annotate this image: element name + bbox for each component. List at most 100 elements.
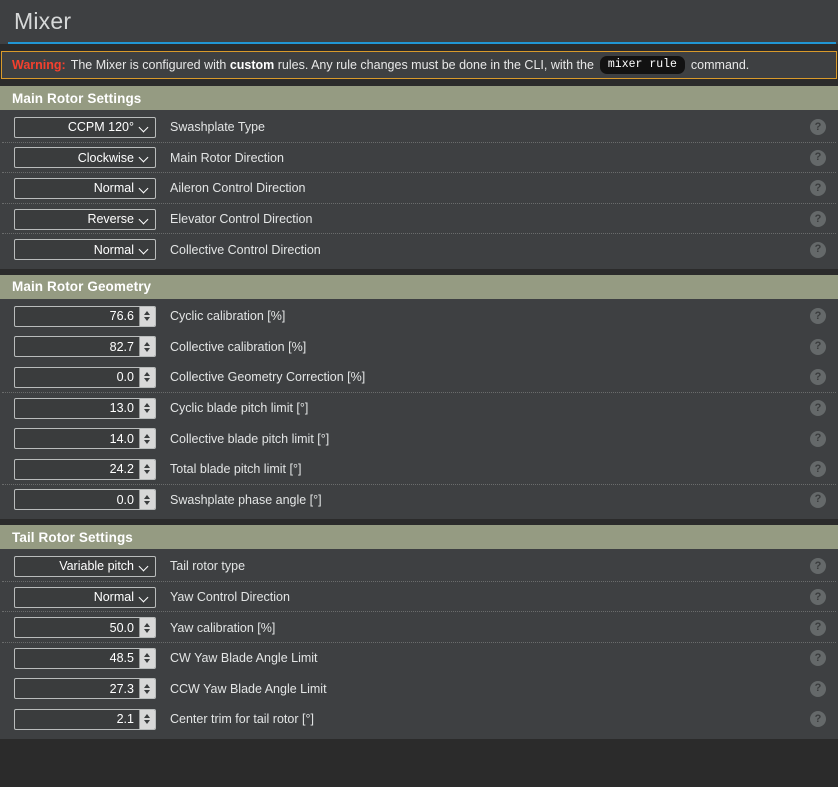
help-icon[interactable]: ? bbox=[810, 180, 826, 196]
help-icon[interactable]: ? bbox=[810, 339, 826, 355]
spinner-down-icon[interactable] bbox=[140, 347, 155, 357]
number-input[interactable]: 48.5 bbox=[14, 648, 156, 669]
select-dropdown[interactable]: Variable pitch bbox=[14, 556, 156, 577]
select-value: Variable pitch bbox=[59, 559, 134, 573]
help-icon[interactable]: ? bbox=[810, 242, 826, 258]
spinner-down-icon[interactable] bbox=[140, 469, 155, 479]
setting-control: Variable pitch bbox=[14, 556, 156, 577]
number-spinner[interactable] bbox=[139, 307, 155, 326]
select-value: CCPM 120° bbox=[68, 120, 134, 134]
number-input-value[interactable]: 2.1 bbox=[15, 710, 139, 729]
help-icon[interactable]: ? bbox=[810, 650, 826, 666]
number-input[interactable]: 2.1 bbox=[14, 709, 156, 730]
spinner-down-icon[interactable] bbox=[140, 439, 155, 449]
number-spinner[interactable] bbox=[139, 337, 155, 356]
number-input-value[interactable]: 14.0 bbox=[15, 429, 139, 448]
spinner-down-icon[interactable] bbox=[140, 377, 155, 387]
number-spinner[interactable] bbox=[139, 399, 155, 418]
help-icon[interactable]: ? bbox=[810, 589, 826, 605]
section-header: Tail Rotor Settings bbox=[0, 525, 838, 549]
number-input[interactable]: 0.0 bbox=[14, 489, 156, 510]
number-input[interactable]: 14.0 bbox=[14, 428, 156, 449]
spinner-down-icon[interactable] bbox=[140, 408, 155, 418]
spinner-up-icon[interactable] bbox=[140, 307, 155, 317]
select-dropdown[interactable]: Normal bbox=[14, 239, 156, 260]
spinner-up-icon[interactable] bbox=[140, 710, 155, 720]
spinner-up-icon[interactable] bbox=[140, 337, 155, 347]
spinner-up-icon[interactable] bbox=[140, 429, 155, 439]
spinner-down-icon[interactable] bbox=[140, 316, 155, 326]
page-header: Mixer bbox=[0, 0, 838, 44]
spinner-up-icon[interactable] bbox=[140, 679, 155, 689]
spinner-down-icon[interactable] bbox=[140, 719, 155, 729]
help-icon[interactable]: ? bbox=[810, 400, 826, 416]
setting-label: Cyclic blade pitch limit [°] bbox=[156, 401, 810, 415]
setting-row: NormalCollective Control Direction? bbox=[0, 234, 838, 265]
spinner-up-icon[interactable] bbox=[140, 460, 155, 470]
spinner-down-icon[interactable] bbox=[140, 689, 155, 699]
number-input-value[interactable]: 0.0 bbox=[15, 368, 139, 387]
spinner-up-icon[interactable] bbox=[140, 368, 155, 378]
number-input[interactable]: 76.6 bbox=[14, 306, 156, 327]
number-input-value[interactable]: 50.0 bbox=[15, 618, 139, 637]
help-icon[interactable]: ? bbox=[810, 492, 826, 508]
spinner-down-icon[interactable] bbox=[140, 500, 155, 510]
spinner-up-icon[interactable] bbox=[140, 618, 155, 628]
number-spinner[interactable] bbox=[139, 710, 155, 729]
number-input[interactable]: 50.0 bbox=[14, 617, 156, 638]
help-icon[interactable]: ? bbox=[810, 711, 826, 727]
select-dropdown[interactable]: Normal bbox=[14, 178, 156, 199]
spinner-down-icon[interactable] bbox=[140, 658, 155, 668]
spinner-up-icon[interactable] bbox=[140, 649, 155, 659]
number-input-value[interactable]: 27.3 bbox=[15, 679, 139, 698]
select-dropdown[interactable]: Clockwise bbox=[14, 147, 156, 168]
select-dropdown[interactable]: CCPM 120° bbox=[14, 117, 156, 138]
number-spinner[interactable] bbox=[139, 429, 155, 448]
number-input-value[interactable]: 13.0 bbox=[15, 399, 139, 418]
help-icon[interactable]: ? bbox=[810, 308, 826, 324]
help-icon[interactable]: ? bbox=[810, 431, 826, 447]
title-underline bbox=[8, 42, 836, 44]
number-input-value[interactable]: 76.6 bbox=[15, 307, 139, 326]
number-input[interactable]: 0.0 bbox=[14, 367, 156, 388]
section-header: Main Rotor Settings bbox=[0, 86, 838, 110]
sections-container: Main Rotor SettingsCCPM 120°Swashplate T… bbox=[0, 86, 838, 739]
help-icon[interactable]: ? bbox=[810, 211, 826, 227]
number-spinner[interactable] bbox=[139, 618, 155, 637]
number-input-value[interactable]: 48.5 bbox=[15, 649, 139, 668]
setting-control: Normal bbox=[14, 587, 156, 608]
spinner-down-icon[interactable] bbox=[140, 628, 155, 638]
help-icon[interactable]: ? bbox=[810, 681, 826, 697]
spinner-up-icon[interactable] bbox=[140, 490, 155, 500]
chevron-down-icon bbox=[140, 215, 149, 224]
help-icon[interactable]: ? bbox=[810, 369, 826, 385]
help-icon[interactable]: ? bbox=[810, 150, 826, 166]
select-dropdown[interactable]: Reverse bbox=[14, 209, 156, 230]
number-input[interactable]: 82.7 bbox=[14, 336, 156, 357]
select-dropdown[interactable]: Normal bbox=[14, 587, 156, 608]
number-spinner[interactable] bbox=[139, 490, 155, 509]
warning-text-middle: rules. Any rule changes must be done in … bbox=[278, 58, 594, 72]
chevron-down-icon bbox=[140, 245, 149, 254]
number-spinner[interactable] bbox=[139, 368, 155, 387]
number-input-value[interactable]: 0.0 bbox=[15, 490, 139, 509]
number-input[interactable]: 27.3 bbox=[14, 678, 156, 699]
number-spinner[interactable] bbox=[139, 649, 155, 668]
number-spinner[interactable] bbox=[139, 679, 155, 698]
setting-row: NormalYaw Control Direction? bbox=[0, 582, 838, 613]
help-icon[interactable]: ? bbox=[810, 461, 826, 477]
setting-control: Reverse bbox=[14, 209, 156, 230]
number-input[interactable]: 24.2 bbox=[14, 459, 156, 480]
number-input-value[interactable]: 82.7 bbox=[15, 337, 139, 356]
setting-label: CW Yaw Blade Angle Limit bbox=[156, 651, 810, 665]
setting-control: 82.7 bbox=[14, 336, 156, 357]
help-icon[interactable]: ? bbox=[810, 620, 826, 636]
help-icon[interactable]: ? bbox=[810, 558, 826, 574]
number-input[interactable]: 13.0 bbox=[14, 398, 156, 419]
chevron-down-icon bbox=[140, 184, 149, 193]
number-spinner[interactable] bbox=[139, 460, 155, 479]
help-icon[interactable]: ? bbox=[810, 119, 826, 135]
setting-control: 0.0 bbox=[14, 367, 156, 388]
spinner-up-icon[interactable] bbox=[140, 399, 155, 409]
number-input-value[interactable]: 24.2 bbox=[15, 460, 139, 479]
